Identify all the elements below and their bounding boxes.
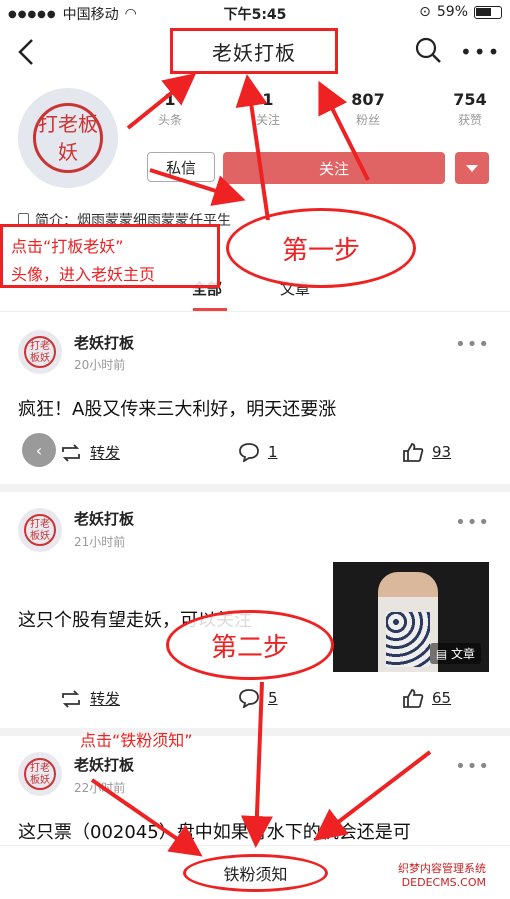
avatar-seal: 打老板妖 xyxy=(24,758,56,790)
annotation-box: 点击“打板老妖” 头像，进入老妖主页 xyxy=(0,224,220,288)
avatar-seal: 打老板妖 xyxy=(24,514,56,546)
post-avatar[interactable]: 打老板妖 xyxy=(18,752,62,796)
post-text[interactable]: 疯狂！A股又传来三大利好，明天还要涨 xyxy=(18,395,336,421)
post-actions: 转发 1 93 xyxy=(0,442,510,472)
stat-label: 头条 xyxy=(157,113,182,127)
post-time: 22小时前 xyxy=(74,781,126,795)
post-author[interactable]: 老妖打板 xyxy=(74,754,134,775)
post-thumbnail[interactable]: ▤ 文章 xyxy=(333,562,489,672)
repost-icon xyxy=(62,443,80,462)
battery-percent: 59% xyxy=(436,4,468,20)
stat-toutiao[interactable]: 1 头条 xyxy=(140,90,200,128)
step-one-callout: 第一步 xyxy=(226,208,416,288)
battery-icon xyxy=(474,5,502,19)
watermark-line: 织梦内容管理系统 xyxy=(398,862,486,875)
post-author[interactable]: 老妖打板 xyxy=(74,508,134,529)
back-arrow-icon[interactable] xyxy=(14,36,42,68)
post-time: 20小时前 xyxy=(74,358,126,372)
post-text[interactable]: 这只票（002045）盘中如果有水下的机会还是可 xyxy=(18,818,411,844)
rotation-lock-icon: ⊙ xyxy=(419,4,431,20)
comment-icon xyxy=(239,443,259,462)
comment-icon xyxy=(239,689,259,708)
post-time: 21小时前 xyxy=(74,535,126,549)
comment-button[interactable]: 5 xyxy=(238,688,278,708)
article-badge-label: 文章 xyxy=(450,647,475,661)
post-more-icon[interactable]: ••• xyxy=(455,756,490,777)
page-title: 老妖打板 xyxy=(170,28,338,74)
avatar-seal: 打老板妖 xyxy=(33,103,103,173)
avatar[interactable]: 打老板妖 xyxy=(18,88,118,188)
stat-label: 关注 xyxy=(255,113,280,127)
like-button[interactable]: 65 xyxy=(402,688,451,708)
stat-label: 获赞 xyxy=(457,113,482,127)
step-two-note: 点击“铁粉须知” xyxy=(80,731,193,750)
post-separator xyxy=(0,728,510,736)
stat-likes[interactable]: 754 获赞 xyxy=(440,90,500,128)
stat-following[interactable]: 1 关注 xyxy=(238,90,298,128)
like-count: 93 xyxy=(432,443,452,461)
watermark-line: DEDECMS.COM xyxy=(401,876,486,889)
stat-value: 1 xyxy=(164,90,176,109)
stat-label: 粉丝 xyxy=(355,113,380,127)
post-avatar[interactable]: 打老板妖 xyxy=(18,508,62,552)
repost-icon xyxy=(62,689,80,708)
active-tab-indicator xyxy=(193,308,227,311)
stat-value: 1 xyxy=(262,90,274,109)
profile-page: ●●●●● 中国移动 ◠ 下午5:45 ⊙ 59% 老妖打板 ••• 打老板妖 … xyxy=(0,0,510,899)
article-badge: ▤ 文章 xyxy=(429,643,481,664)
watermark: 织梦内容管理系统 DEDECMS.COM xyxy=(398,862,486,890)
like-count: 65 xyxy=(432,689,452,707)
like-button[interactable]: 93 xyxy=(402,442,451,462)
message-button[interactable]: 私信 xyxy=(147,152,215,182)
search-icon[interactable] xyxy=(414,36,442,64)
status-bar: ●●●●● 中国移动 ◠ 下午5:45 ⊙ 59% xyxy=(0,0,510,26)
step-two-callout: 第二步 xyxy=(166,610,334,680)
post-actions: 转发 5 65 xyxy=(0,688,510,718)
stat-value: 754 xyxy=(453,90,487,109)
top-nav: 老妖打板 ••• xyxy=(0,26,510,78)
floating-back-button[interactable]: ‹ xyxy=(22,433,56,467)
stat-fans[interactable]: 807 粉丝 xyxy=(338,90,398,128)
post-more-icon[interactable]: ••• xyxy=(455,334,490,355)
post-author[interactable]: 老妖打板 xyxy=(74,332,134,353)
thumbs-up-icon xyxy=(403,443,424,462)
annotation-text: 点击“打板老妖” xyxy=(11,237,124,256)
fans-notice-button[interactable]: 铁粉须知 xyxy=(183,854,328,892)
annotation-text: 头像，进入老妖主页 xyxy=(11,265,156,284)
comment-button[interactable]: 1 xyxy=(238,442,278,462)
profile-stats: 1 头条 1 关注 807 粉丝 754 获赞 xyxy=(140,90,490,134)
comment-count: 5 xyxy=(268,689,278,707)
follow-button[interactable]: 关注 xyxy=(223,152,445,184)
repost-label: 转发 xyxy=(90,444,121,462)
avatar-seal: 打老板妖 xyxy=(24,336,56,368)
stat-value: 807 xyxy=(351,90,385,109)
follow-dropdown-button[interactable] xyxy=(455,152,489,184)
repost-button[interactable]: 转发 xyxy=(60,442,120,463)
repost-label: 转发 xyxy=(90,690,121,708)
post-avatar[interactable]: 打老板妖 xyxy=(18,330,62,374)
article-icon: ▤ xyxy=(435,647,448,661)
repost-button[interactable]: 转发 xyxy=(60,688,120,709)
thumbs-up-icon xyxy=(403,689,424,708)
comment-count: 1 xyxy=(268,443,278,461)
post-more-icon[interactable]: ••• xyxy=(455,512,490,533)
more-icon[interactable]: ••• xyxy=(460,40,501,64)
post-separator xyxy=(0,484,510,492)
